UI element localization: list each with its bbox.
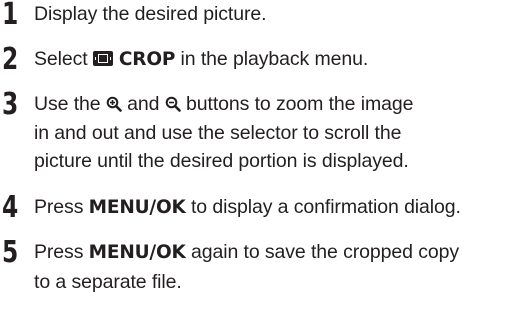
zoom-in-icon	[106, 96, 122, 112]
step-number: 3	[2, 87, 19, 122]
step-5-line-1: Press MENU/OK again to save the cropped …	[34, 238, 531, 268]
step-number: 5	[2, 235, 19, 270]
step-4-pre: Press	[34, 196, 89, 218]
step-text: Press MENU/OK to display a confirmation …	[34, 193, 531, 223]
step-number: 4	[2, 190, 19, 225]
step-1-text: Display the desired picture.	[34, 3, 267, 25]
crop-keyword: CROP	[118, 49, 176, 70]
step-2-post: in the playback menu.	[175, 48, 369, 70]
step-5-pre: Press	[34, 241, 89, 263]
crop-icon	[92, 51, 113, 66]
step-5-post: again to save the cropped copy	[185, 241, 459, 263]
step-3-line-3: picture until the desired portion is dis…	[34, 150, 409, 172]
menu-ok-keyword: MENU/OK	[88, 242, 186, 263]
step-3-line-2: in and out and use the selector to scrol…	[34, 121, 402, 144]
step-number: 2	[2, 42, 19, 77]
step-2-pre: Select	[34, 48, 93, 70]
step-text: Select CROP in the playback menu.	[34, 45, 531, 75]
step-5-line-2: to a separate file.	[34, 270, 182, 293]
step-number: 1	[2, 0, 19, 32]
step-text: Display the desired picture.	[34, 0, 531, 29]
step-3-mid: and	[121, 93, 165, 115]
step-text: Use the and buttons to zoom the image in…	[34, 90, 531, 176]
menu-ok-keyword: MENU/OK	[88, 197, 186, 218]
step-3-post: buttons to zoom the image	[180, 93, 414, 115]
step-4-post: to display a confirmation dialog.	[185, 196, 461, 218]
step-3-line-1: Use the and buttons to zoom the image	[34, 90, 531, 119]
zoom-out-icon	[165, 96, 181, 112]
step-3-pre: Use the	[34, 93, 106, 115]
step-text: Press MENU/OK again to save the cropped …	[34, 238, 531, 296]
